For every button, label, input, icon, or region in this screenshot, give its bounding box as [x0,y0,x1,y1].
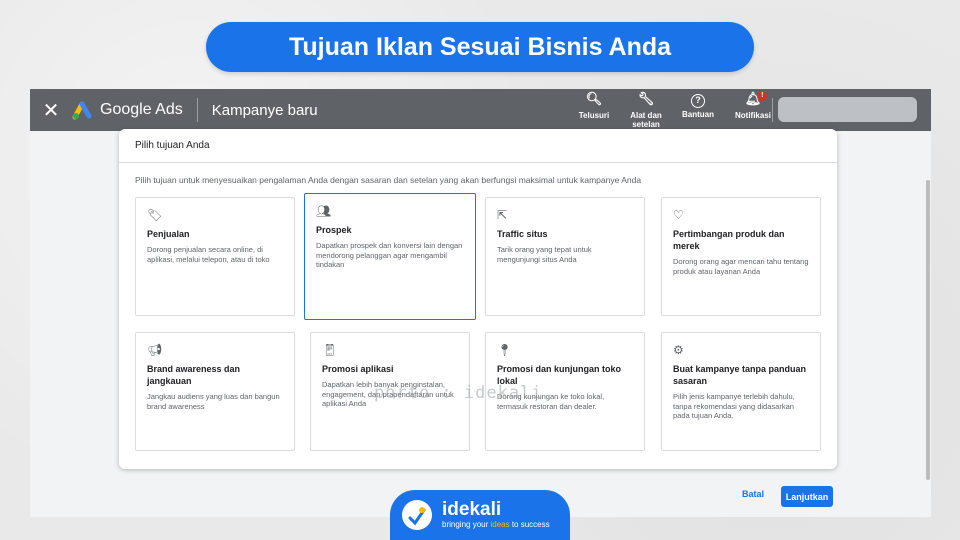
search-icon: 🔍︎ [585,91,603,106]
brand-name: Google Ads [100,101,183,118]
top-bar: ✕ Google Ads Kampanye baru 🔍︎ Telusuri 🔧… [30,89,931,131]
goal-card-tanpa-panduan[interactable]: ⚙ Buat kampanye tanpa panduan sasaran Pi… [661,332,821,451]
notifications-label: Notifikasi [734,111,771,120]
search-label: Telusuri [578,111,610,120]
continue-button[interactable]: Lanjutkan [781,486,833,507]
notification-badge: ! [757,91,768,101]
tag-icon: 🏷︎ [147,208,163,222]
goal-title: Buat kampanye tanpa panduan sasaran [673,364,807,386]
goal-title: Prospek [316,225,352,235]
goal-title: Traffic situs [497,229,548,239]
google-ads-logo-icon [72,101,92,120]
goal-card-pertimbangan[interactable]: ♡ Pertimbangan produk dan merek Dorong o… [661,197,821,316]
goal-description: Tarik orang yang tepat untuk mengunjungi… [497,245,592,264]
goal-card-prospek[interactable]: 👥︎ Prospek Dapatkan prospek dan konversi… [304,193,476,320]
idekali-logo-icon [402,500,432,530]
goal-card-penjualan[interactable]: 🏷︎ Penjualan Dorong penjualan secara onl… [135,197,295,316]
footer-brand: idekali bringing your ideas to success [390,490,570,540]
divider [196,98,198,122]
tagline-highlight: ideas [490,520,510,529]
goal-title: Promosi aplikasi [322,364,394,374]
close-icon[interactable]: ✕ [30,98,72,123]
footer-name: idekali [442,499,502,520]
notifications-button[interactable]: 🔔︎ ! Notifikasi [728,89,778,120]
help-label: Bantuan [682,110,714,119]
goal-title: Penjualan [147,229,190,239]
goal-description: Pilih jenis kampanye terlebih dahulu, ta… [673,392,795,420]
campaign-title: Kampanye baru [211,101,318,119]
bell-icon-wrap: 🔔︎ ! [745,91,768,109]
goal-description: Dorong orang agar mencari tahu tentang p… [673,257,809,276]
heart-icon: ♡ [673,208,684,222]
search-button[interactable]: 🔍︎ Telusuri [572,89,616,120]
goal-title: Brand awareness dan jangkauan [147,364,241,386]
tagline-pre: bringing your [442,520,491,529]
tools-settings-button[interactable]: 🔧︎ Alat dan setelan [624,89,668,129]
goal-title: Pertimbangan produk dan merek [673,229,785,251]
help-icon: ? [691,94,705,108]
dialog-description: Pilih tujuan untuk menyesuaikan pengalam… [135,175,642,185]
goal-description: Jangkau audiens yang luas dan bangun bra… [147,392,280,411]
help-button[interactable]: ? Bantuan [676,89,720,119]
toolbar: 🔍︎ Telusuri 🔧︎ Alat dan setelan ? Bantua… [568,89,782,131]
goal-selection-dialog: Pilih tujuan Anda Pilih tujuan untuk men… [119,129,837,469]
megaphone-icon: 📢︎ [147,343,163,357]
footer-tagline: bringing your ideas to success [442,520,550,530]
dialog-heading: Pilih tujuan Anda [119,129,837,163]
watermark: porto : idekali [374,383,543,403]
google-ads-window: ✕ Google Ads Kampanye baru 🔍︎ Telusuri 🔧… [30,89,931,517]
goal-card-brand-awareness[interactable]: 📢︎ Brand awareness dan jangkauan Jangkau… [135,332,295,451]
slide-title: Tujuan Iklan Sesuai Bisnis Anda [206,22,754,72]
wrench-icon: 🔧︎ [637,91,655,106]
tools-settings-label: Alat dan setelan [630,111,662,129]
tagline-post: to success [509,520,550,529]
people-icon: 👥︎ [316,204,332,218]
account-switcher[interactable] [778,97,917,122]
scrollbar[interactable] [926,180,930,480]
phone-icon: 📱︎ [322,343,338,357]
goal-description: Dapatkan prospek dan konversi lain denga… [316,241,463,269]
cursor-click-icon: ⇱ [497,208,508,222]
goal-card-traffic-situs[interactable]: ⇱ Traffic situs Tarik orang yang tepat u… [485,197,645,316]
cancel-button[interactable]: Batal [742,489,764,499]
gear-icon: ⚙ [673,343,684,357]
divider [772,98,773,122]
goal-description: Dorong penjualan secara online, di aplik… [147,245,270,264]
location-pin-icon: 📍︎ [497,343,513,357]
